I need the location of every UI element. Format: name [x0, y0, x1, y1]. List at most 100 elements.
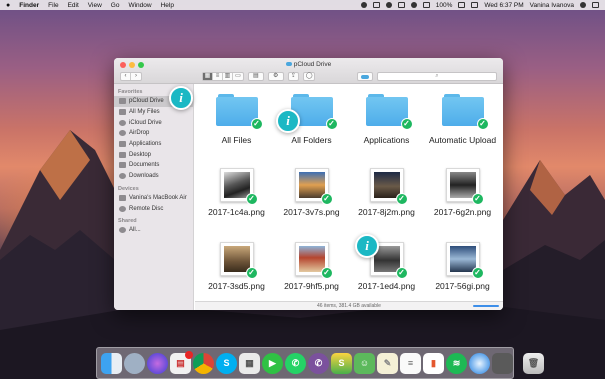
folder-item[interactable]: ✓ All Files: [198, 94, 275, 145]
tags-button[interactable]: ◯: [303, 71, 316, 81]
trash-icon[interactable]: 🗑: [523, 352, 544, 374]
arrange-button[interactable]: ▤: [248, 71, 264, 81]
scroll-indicator[interactable]: [473, 305, 499, 307]
spotify-icon[interactable]: ≋: [446, 352, 467, 374]
robot-app-icon[interactable]: ☺: [354, 352, 375, 374]
notes-icon[interactable]: ✎: [377, 352, 398, 374]
launchpad-icon[interactable]: [124, 352, 145, 374]
apple-menu-icon[interactable]: ●: [6, 2, 10, 9]
sidebar-item-label: iCloud Drive: [129, 119, 162, 126]
sidebar-item-airdrop[interactable]: AirDrop: [114, 128, 193, 139]
image-file-item[interactable]: ✓ 2017-3v7s.png: [273, 168, 350, 217]
image-file-item[interactable]: ✓ 2017-8j2m.png: [348, 168, 425, 217]
image-file-item[interactable]: ✓ 2017-9hf5.png: [273, 242, 350, 291]
action-gear-button[interactable]: ⚙: [267, 71, 284, 81]
file-name: Applications: [363, 135, 410, 145]
sidebar-item-downloads[interactable]: Downloads: [114, 171, 193, 182]
toolbar: ‹ › ▦ ≡ ▥ ▭ ▤ ⚙ ⇪ ◯ ⌕: [120, 71, 497, 81]
list-view-button[interactable]: ≡: [213, 72, 223, 80]
sidebar-item-applications[interactable]: Applications: [114, 139, 193, 150]
synced-check-icon: ✓: [395, 193, 408, 205]
sidebar-item-remote-disc[interactable]: Remote Disc: [114, 203, 193, 214]
menu-file[interactable]: File: [48, 2, 58, 9]
image-thumbnail: ✓: [219, 242, 258, 279]
synced-check-icon: ✓: [250, 118, 263, 130]
app-icon[interactable]: [492, 352, 513, 374]
battery-percent[interactable]: 100%: [436, 2, 453, 9]
cast-icon[interactable]: [372, 2, 380, 8]
pcloud-status-icon[interactable]: [360, 2, 367, 8]
skype-icon[interactable]: S: [216, 352, 237, 374]
forward-button[interactable]: ›: [131, 73, 141, 80]
slides-icon[interactable]: S: [331, 352, 352, 374]
nav-buttons: ‹ ›: [120, 71, 142, 81]
menu-help[interactable]: Help: [161, 2, 174, 9]
siri-icon[interactable]: [147, 352, 168, 374]
info-marker-icon[interactable]: i: [355, 234, 379, 258]
pcloud-toolbar-button[interactable]: [357, 71, 373, 81]
menubar-clock[interactable]: Wed 6:37 PM: [484, 2, 523, 9]
image-thumbnail: ✓: [219, 168, 258, 205]
menu-window[interactable]: Window: [128, 2, 151, 9]
file-name: 2017-1ed4.png: [357, 281, 416, 291]
battery-icon[interactable]: [458, 2, 466, 8]
image-file-item[interactable]: ✓ 2017-3sd5.png: [198, 242, 275, 291]
volume-icon[interactable]: [422, 2, 430, 8]
sidebar-item-desktop[interactable]: Desktop: [114, 149, 193, 160]
sidebar-item-label: Remote Disc: [129, 205, 164, 212]
menu-edit[interactable]: Edit: [68, 2, 79, 9]
column-view-button[interactable]: ▥: [223, 72, 233, 80]
calculator-icon[interactable]: ▦: [239, 352, 260, 374]
viber-icon[interactable]: ✆: [308, 352, 329, 374]
share-button[interactable]: ⇪: [287, 71, 300, 81]
wifi-icon[interactable]: [410, 2, 417, 8]
notification-center-icon[interactable]: [592, 2, 599, 8]
sidebar-item-label: Downloads: [129, 173, 159, 180]
airdrop-icon: [119, 130, 126, 137]
window-titlebar[interactable]: pCloud Drive ‹ › ▦ ≡ ▥ ▭ ▤ ⚙ ⇪ ◯ ⌕: [114, 58, 503, 84]
applications-icon: [119, 141, 126, 148]
file-browser: ✓ All Files ✓ All Folders ✓ Applications…: [195, 84, 503, 310]
chrome-icon[interactable]: [193, 352, 214, 374]
menubar-user[interactable]: Vanina Ivanova: [530, 2, 574, 9]
bluetooth-icon[interactable]: [397, 2, 405, 8]
image-thumbnail: ✓: [445, 168, 484, 205]
whatsapp-icon[interactable]: ✆: [285, 352, 306, 374]
download-icon: [119, 173, 126, 180]
image-file-item[interactable]: ✓ 2017-6g2n.png: [424, 168, 501, 217]
file-name: 2017-6g2n.png: [433, 207, 492, 217]
document-icon: [119, 162, 126, 169]
image-file-item[interactable]: ✓ 2017-1c4a.png: [198, 168, 275, 217]
gallery-view-button[interactable]: ▭: [233, 73, 243, 80]
sidebar-item-icloud-drive[interactable]: iCloud Drive: [114, 117, 193, 128]
sidebar-item-documents[interactable]: Documents: [114, 160, 193, 171]
calendar-icon[interactable]: ▤ 48: [170, 350, 193, 374]
file-name: 2017-3v7s.png: [283, 207, 340, 217]
synced-check-icon: ✓: [320, 193, 333, 205]
finder-icon[interactable]: [101, 352, 122, 374]
image-file-item[interactable]: ✓ 2017-56gi.png: [424, 242, 501, 291]
safari-icon[interactable]: [469, 352, 490, 374]
info-marker-icon[interactable]: i: [169, 86, 193, 110]
search-field[interactable]: ⌕: [376, 71, 497, 81]
menu-view[interactable]: View: [88, 2, 102, 9]
facetime-icon[interactable]: ▶: [262, 352, 283, 374]
back-button[interactable]: ‹: [121, 72, 131, 80]
menu-go[interactable]: Go: [111, 2, 120, 9]
folder-icon: ✓: [365, 94, 413, 130]
folder-icon: ✓: [215, 94, 263, 130]
reminders-icon[interactable]: ≡: [400, 352, 421, 374]
sidebar-item-all-shared[interactable]: All...: [114, 225, 193, 236]
folder-item[interactable]: ✓ Automatic Upload: [424, 94, 501, 145]
synced-check-icon: ✓: [476, 118, 489, 130]
sidebar-item-label: Documents: [129, 162, 160, 169]
flag-icon[interactable]: [471, 2, 479, 8]
spotlight-icon[interactable]: [580, 2, 586, 8]
menu-app-finder[interactable]: Finder: [19, 2, 39, 9]
keynote-icon[interactable]: ▮: [423, 352, 444, 374]
time-machine-icon[interactable]: [385, 2, 392, 8]
info-marker-icon[interactable]: i: [276, 109, 300, 133]
sidebar-item-macbook[interactable]: Vanina's MacBook Air: [114, 193, 193, 204]
icon-view-button[interactable]: ▦: [203, 72, 213, 80]
folder-item[interactable]: ✓ Applications: [348, 94, 425, 145]
